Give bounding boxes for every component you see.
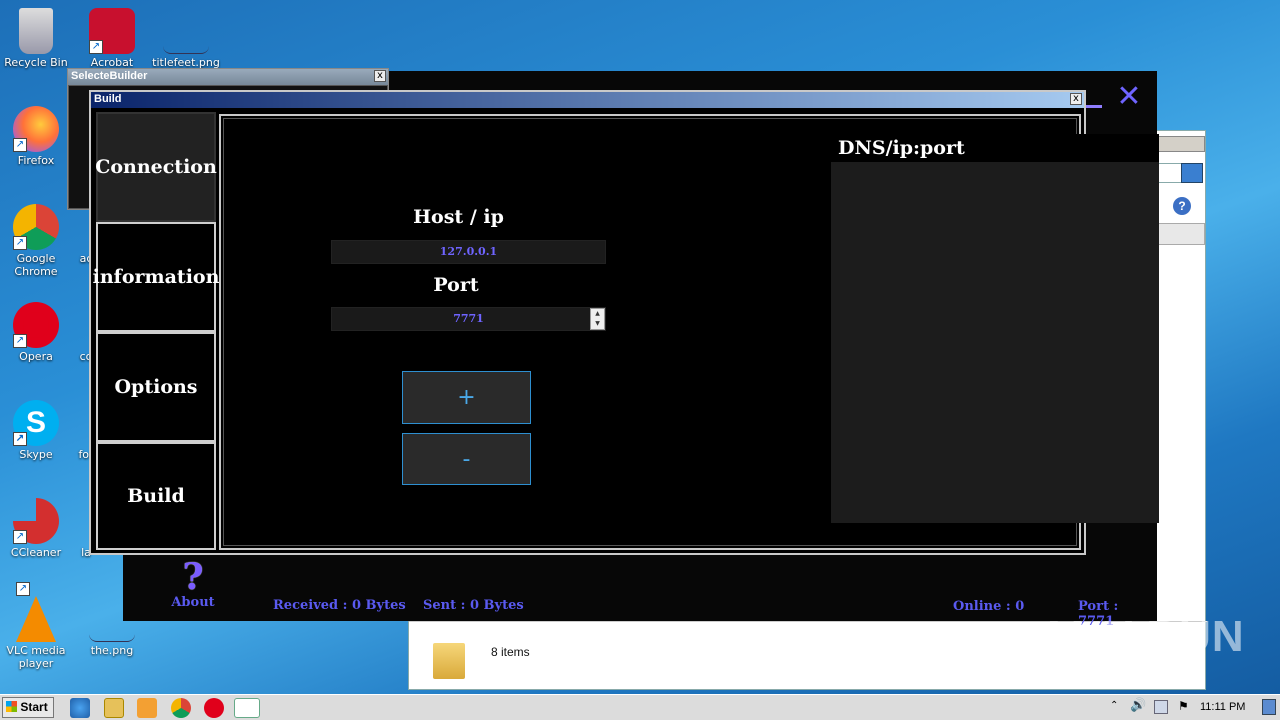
host-label: Host / ip xyxy=(413,206,504,228)
sidebar-item-connection[interactable]: Connection xyxy=(95,112,217,222)
sidebar-item-label: Options xyxy=(114,376,198,398)
desktop: { "desktop": { "icons": [ {"label": "Rec… xyxy=(0,0,1280,720)
window-title: SelecteBuilder xyxy=(68,69,388,85)
opera-icon[interactable] xyxy=(204,698,224,718)
desktop-icon-label: CCleaner xyxy=(10,546,62,559)
window-title: Build xyxy=(91,92,1084,108)
show-desktop-button[interactable] xyxy=(1262,699,1276,715)
ccleaner-icon: ↗ xyxy=(13,498,59,544)
media-player-icon[interactable] xyxy=(137,698,157,718)
image-file-icon xyxy=(163,8,209,54)
desktop-icon-label: Firefox xyxy=(17,154,55,167)
shortcut-arrow-icon: ↗ xyxy=(13,530,27,544)
item-count: 8 items xyxy=(491,645,530,659)
start-button[interactable]: Start xyxy=(2,697,54,718)
desktop-icon-firefox[interactable]: ↗ Firefox xyxy=(0,106,72,167)
chrome-icon[interactable] xyxy=(171,698,191,718)
sidebar-item-options[interactable]: Options xyxy=(96,332,216,442)
desktop-icon-label: Recycle Bin xyxy=(4,56,68,69)
desktop-icon-label: VLC media player xyxy=(6,644,66,670)
shortcut-arrow-icon: ↗ xyxy=(16,582,30,596)
sidebar-item-label: Build xyxy=(127,485,185,507)
recycle-bin-icon xyxy=(19,8,53,54)
network-icon[interactable] xyxy=(1154,700,1168,714)
watermark: ANY RUN xyxy=(1038,612,1245,661)
acrobat-icon: ↗ xyxy=(89,8,135,54)
sidebar-item-label: information xyxy=(92,266,220,288)
port-stepper[interactable]: 7771 ▲ ▼ xyxy=(331,307,606,331)
chevron-up-icon[interactable]: ▲ xyxy=(591,309,604,319)
column-header[interactable] xyxy=(1157,223,1205,245)
desktop-icon-ccleaner[interactable]: ↗ CCleaner xyxy=(0,498,72,559)
desktop-icon-acrobat[interactable]: ↗ Acrobat xyxy=(76,8,148,69)
sent-status: Sent : 0 Bytes xyxy=(423,598,524,613)
close-button[interactable]: x xyxy=(374,70,386,82)
sidebar-item-information[interactable]: information xyxy=(93,222,219,332)
shortcut-arrow-icon: ↗ xyxy=(13,138,27,152)
online-status: Online : 0 xyxy=(953,599,1025,614)
explorer-icon[interactable] xyxy=(104,698,124,718)
chevron-down-icon[interactable]: ▼ xyxy=(591,319,604,329)
tray-chevron-icon[interactable]: ⌃ xyxy=(1110,700,1118,711)
chrome-icon: ↗ xyxy=(13,204,59,250)
desktop-icon-opera[interactable]: ↗ Opera xyxy=(0,302,72,363)
remove-entry-button[interactable]: - xyxy=(402,433,531,485)
connection-panel: Host / ip 127.0.0.1 Port 7771 ▲ ▼ + - DN… xyxy=(219,114,1159,550)
port-value: 7771 xyxy=(453,312,484,325)
desktop-icon-label: Skype xyxy=(19,448,53,461)
desktop-icon-skype[interactable]: S ↗ Skype xyxy=(0,400,72,461)
desktop-icon-recycle-bin[interactable]: Recycle Bin xyxy=(0,8,72,69)
add-entry-button[interactable]: + xyxy=(402,371,531,424)
sidebar-item-label: Connection xyxy=(95,156,217,178)
port-label: Port xyxy=(433,274,479,296)
window-controls xyxy=(1157,136,1205,152)
start-label: Start xyxy=(20,700,48,714)
host-input[interactable]: 127.0.0.1 xyxy=(331,240,606,264)
sidebar-item-build[interactable]: Build xyxy=(96,442,216,550)
desktop-icon-chrome[interactable]: ↗ Google Chrome xyxy=(0,204,72,278)
taskbar-clock[interactable]: 11:11 PM xyxy=(1200,701,1245,713)
about-label: About xyxy=(171,595,215,610)
ie-icon[interactable] xyxy=(70,698,90,718)
shortcut-arrow-icon: ↗ xyxy=(13,334,27,348)
question-icon: ? xyxy=(182,556,204,598)
received-status: Received : 0 Bytes xyxy=(273,598,406,613)
taskbar: Start ⌃ 🔊 ⚑ 11:11 PM xyxy=(0,694,1280,720)
desktop-icon-titlefeet[interactable]: titlefeet.png xyxy=(150,8,222,69)
opera-icon: ↗ xyxy=(13,302,59,348)
vlc-icon: ↗ xyxy=(16,582,56,642)
build-window: Build x Connection information Options B… xyxy=(89,90,1159,555)
desktop-icon-label: the.png xyxy=(90,644,134,657)
desktop-icon-vlc[interactable]: ↗ VLC media player xyxy=(0,582,72,670)
search-icon[interactable] xyxy=(1181,163,1203,183)
help-icon[interactable]: ? xyxy=(1173,197,1191,215)
desktop-icon-label: Opera xyxy=(19,350,53,363)
dns-list[interactable]: DNS/ip:port xyxy=(831,134,1159,523)
app-taskbar-button[interactable] xyxy=(234,698,260,718)
about-button[interactable]: ? About xyxy=(167,559,219,610)
dns-list-header: DNS/ip:port xyxy=(831,134,1159,162)
spin-control[interactable]: ▲ ▼ xyxy=(590,308,605,330)
close-icon[interactable]: ✕ xyxy=(1116,82,1142,112)
shortcut-arrow-icon: ↗ xyxy=(13,236,27,250)
folder-icon xyxy=(433,643,465,679)
windows-icon xyxy=(6,701,17,712)
volume-icon[interactable]: 🔊 xyxy=(1130,698,1146,713)
shortcut-arrow-icon: ↗ xyxy=(89,40,103,54)
skype-icon: S ↗ xyxy=(13,400,59,446)
firefox-icon: ↗ xyxy=(13,106,59,152)
shortcut-arrow-icon: ↗ xyxy=(13,432,27,446)
flag-icon[interactable]: ⚑ xyxy=(1178,699,1189,713)
desktop-icon-label: Google Chrome xyxy=(14,252,58,278)
close-button[interactable]: x xyxy=(1070,93,1082,105)
